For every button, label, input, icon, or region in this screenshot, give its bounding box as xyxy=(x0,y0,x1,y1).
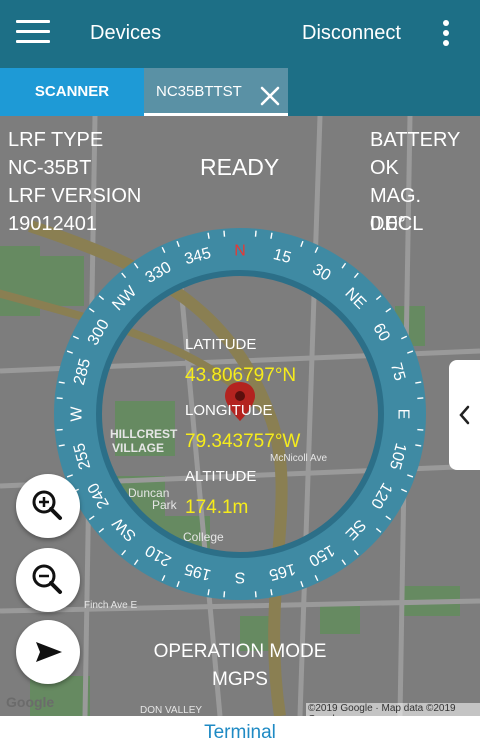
longitude-value: 79.343757°W xyxy=(185,431,301,452)
menu-icon[interactable] xyxy=(16,20,50,48)
latitude-label: LATITUDE xyxy=(185,336,257,353)
app-bar: Devices Disconnect xyxy=(0,0,480,68)
operation-mode-label: OPERATION MODE xyxy=(153,641,327,662)
latitude-value: 43.806797°N xyxy=(185,365,297,386)
compass-tick xyxy=(254,591,257,598)
compass-tick xyxy=(56,397,63,400)
zoom-in-button[interactable] xyxy=(16,474,80,538)
altitude-value: 174.1m xyxy=(185,497,249,518)
compass-degree-label: S xyxy=(235,569,246,586)
compass-tick xyxy=(417,397,424,400)
tab-scanner[interactable]: SCANNER xyxy=(0,68,144,116)
zoom-out-button[interactable] xyxy=(16,548,80,612)
compass-degree-label: E xyxy=(395,409,412,420)
zoom-out-icon xyxy=(32,564,62,594)
bottom-bar: Terminal xyxy=(0,716,480,745)
compass-north-label: N xyxy=(234,243,246,260)
chevron-left-icon xyxy=(459,405,470,425)
terminal-button[interactable]: Terminal xyxy=(0,722,480,744)
tab-bar: SCANNER NC35BTTST xyxy=(0,68,480,116)
operation-mode-value: MGPS xyxy=(212,669,268,690)
compass-tick xyxy=(254,230,257,237)
page-title: Devices xyxy=(90,22,162,44)
disconnect-button[interactable]: Disconnect xyxy=(302,22,401,45)
compass-tick xyxy=(223,591,226,598)
compass-tick xyxy=(223,230,226,237)
map-view[interactable]: HILLCREST VILLAGE Duncan Park College Fi… xyxy=(0,116,480,716)
map-copyright[interactable]: ©2019 Google · Map data ©2019 Google xyxy=(306,703,480,716)
tab-device[interactable]: NC35BTTST xyxy=(144,68,288,116)
longitude-label: LONGITUDE xyxy=(185,402,273,419)
more-options-icon[interactable] xyxy=(436,20,456,50)
tab-device-label: NC35BTTST xyxy=(156,83,242,100)
compass-tick xyxy=(56,428,63,431)
close-icon[interactable] xyxy=(258,80,282,106)
zoom-in-icon xyxy=(32,490,62,520)
side-panel-handle[interactable] xyxy=(449,360,480,470)
compass-degree-label: W xyxy=(69,406,86,422)
altitude-label: ALTITUDE xyxy=(185,468,257,485)
google-logo: Google xyxy=(6,694,55,710)
compass-tick xyxy=(417,428,424,431)
